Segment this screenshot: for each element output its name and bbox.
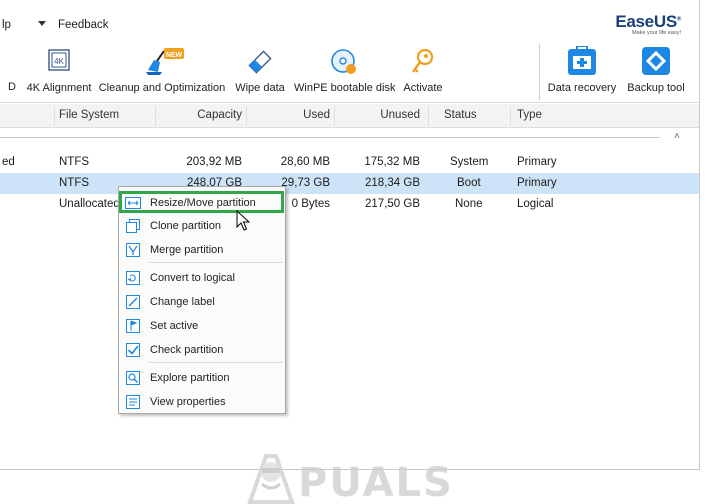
tool-label: 4K Alignment	[26, 82, 92, 94]
tool-activate[interactable]: Activate	[400, 38, 446, 100]
menu-item-label: Merge partition	[150, 244, 224, 256]
unused-cell: 175,32 MB	[364, 156, 420, 168]
menu-divider	[149, 262, 283, 263]
partition-table-header: File System Capacity Used Unused Status …	[0, 104, 699, 128]
backup-tool-icon	[642, 47, 670, 75]
flag-icon	[126, 319, 140, 333]
file-system-cell: Unallocated	[59, 198, 120, 210]
file-system-cell: NTFS	[59, 156, 90, 168]
menu-item-label: View properties	[150, 396, 226, 408]
data-recovery-kit-icon	[568, 46, 596, 75]
tool-label: Activate	[403, 82, 443, 94]
menu-help[interactable]: lp	[2, 19, 11, 31]
menu-item-check-partition[interactable]: Check partition	[119, 339, 285, 361]
menu-item-label: Convert to logical	[150, 272, 235, 284]
menu-item-clone[interactable]: Clone partition	[119, 215, 285, 237]
menu-divider	[149, 362, 283, 363]
menu-item-change-label[interactable]: Change label	[119, 291, 285, 313]
used-cell: 28,60 MB	[280, 156, 330, 168]
tool-wipe-data[interactable]: Wipe data	[232, 38, 288, 100]
disk-separator	[0, 137, 660, 138]
menu-item-label: Set active	[150, 320, 199, 332]
convert-icon	[126, 271, 140, 285]
menu-item-label: Clone partition	[150, 220, 221, 232]
partition-name: ed	[2, 156, 15, 168]
status-cell: Boot	[457, 177, 481, 189]
menu-item-label: Explore partition	[150, 372, 230, 384]
tool-cleanup-optimization[interactable]: NEW Cleanup and Optimization	[98, 38, 226, 100]
column-status[interactable]: Status	[444, 109, 477, 121]
unused-cell: 217,50 GB	[365, 198, 420, 210]
cleanup-broom-icon: NEW	[146, 48, 184, 75]
type-cell: Logical	[517, 198, 554, 210]
table-row-selected[interactable]: NTFS 248,07 GB 29,73 GB 218,34 GB Boot P…	[0, 173, 699, 194]
status-cell: None	[455, 198, 483, 210]
collapse-icon[interactable]: ˄	[674, 131, 680, 142]
menu-bar: lp Feedback EaseUS® Make your life easy!	[0, 0, 699, 38]
watermark-logo: PUALS	[246, 448, 452, 504]
check-icon	[126, 343, 140, 357]
svg-text:NEW: NEW	[166, 52, 183, 59]
explore-icon	[126, 371, 140, 385]
tool-winpe-bootable-disk[interactable]: WinPE bootable disk	[294, 38, 396, 100]
toolbar-divider	[539, 44, 540, 100]
tool-label: WinPE bootable disk	[294, 82, 396, 94]
merge-icon	[126, 243, 140, 257]
tool-4k-alignment[interactable]: 4K 4K Alignment	[26, 38, 92, 100]
column-capacity[interactable]: Capacity	[160, 109, 242, 121]
file-system-cell: NTFS	[59, 177, 90, 189]
watermark-text: PUALS	[298, 460, 454, 504]
type-cell: Primary	[517, 156, 557, 168]
bootable-disc-icon	[331, 49, 356, 74]
properties-icon	[126, 395, 140, 409]
svg-text:4K: 4K	[54, 57, 64, 66]
tool-label: Data recovery	[547, 82, 617, 94]
eraser-icon	[248, 50, 272, 74]
capacity-cell: 203,92 MB	[186, 156, 242, 168]
type-cell: Primary	[517, 177, 557, 189]
column-type[interactable]: Type	[517, 109, 542, 121]
tool-fragment[interactable]: D	[8, 81, 16, 93]
menu-item-set-active[interactable]: Set active	[119, 315, 285, 337]
tool-backup[interactable]: Backup tool	[624, 38, 688, 100]
menu-feedback[interactable]: Feedback	[58, 19, 109, 31]
tool-label: Wipe data	[235, 82, 285, 94]
menu-item-label: Check partition	[150, 344, 224, 356]
partition-context-menu: Resize/Move partition Clone partition Me…	[118, 186, 286, 414]
mascot-icon	[247, 454, 295, 504]
toolbar: D 4K 4K Alignment NEW Cleanup and Optimi…	[0, 38, 699, 103]
highlight-box	[119, 191, 284, 213]
4k-alignment-icon: 4K	[48, 49, 70, 71]
easeus-logo: EaseUS® Make your life easy!	[615, 12, 681, 36]
unused-cell: 218,34 GB	[365, 177, 420, 189]
menu-item-explore[interactable]: Explore partition	[119, 367, 285, 389]
window-border	[0, 469, 700, 470]
column-used[interactable]: Used	[250, 109, 330, 121]
menu-item-convert-logical[interactable]: Convert to logical	[119, 267, 285, 289]
menu-item-label: Change label	[150, 296, 215, 308]
chevron-down-icon[interactable]	[38, 21, 46, 26]
clone-icon	[126, 219, 140, 233]
tool-label: Backup tool	[627, 82, 685, 94]
mouse-cursor-icon	[236, 210, 250, 231]
window-border	[699, 0, 700, 470]
column-unused[interactable]: Unused	[338, 109, 420, 121]
menu-item-merge[interactable]: Merge partition	[119, 239, 285, 261]
app-window: lp Feedback EaseUS® Make your life easy!…	[0, 0, 706, 504]
menu-item-view-properties[interactable]: View properties	[119, 391, 285, 413]
label-icon	[126, 295, 140, 309]
key-icon	[412, 48, 434, 73]
tool-label: Cleanup and Optimization	[98, 82, 226, 94]
table-row[interactable]: ed NTFS 203,92 MB 28,60 MB 175,32 MB Sys…	[0, 152, 699, 173]
tool-data-recovery[interactable]: Data recovery	[544, 38, 620, 100]
table-row[interactable]: Unallocated 0 Bytes 217,50 GB None Logic…	[0, 194, 699, 215]
column-file-system[interactable]: File System	[59, 109, 119, 121]
status-cell: System	[450, 156, 489, 168]
